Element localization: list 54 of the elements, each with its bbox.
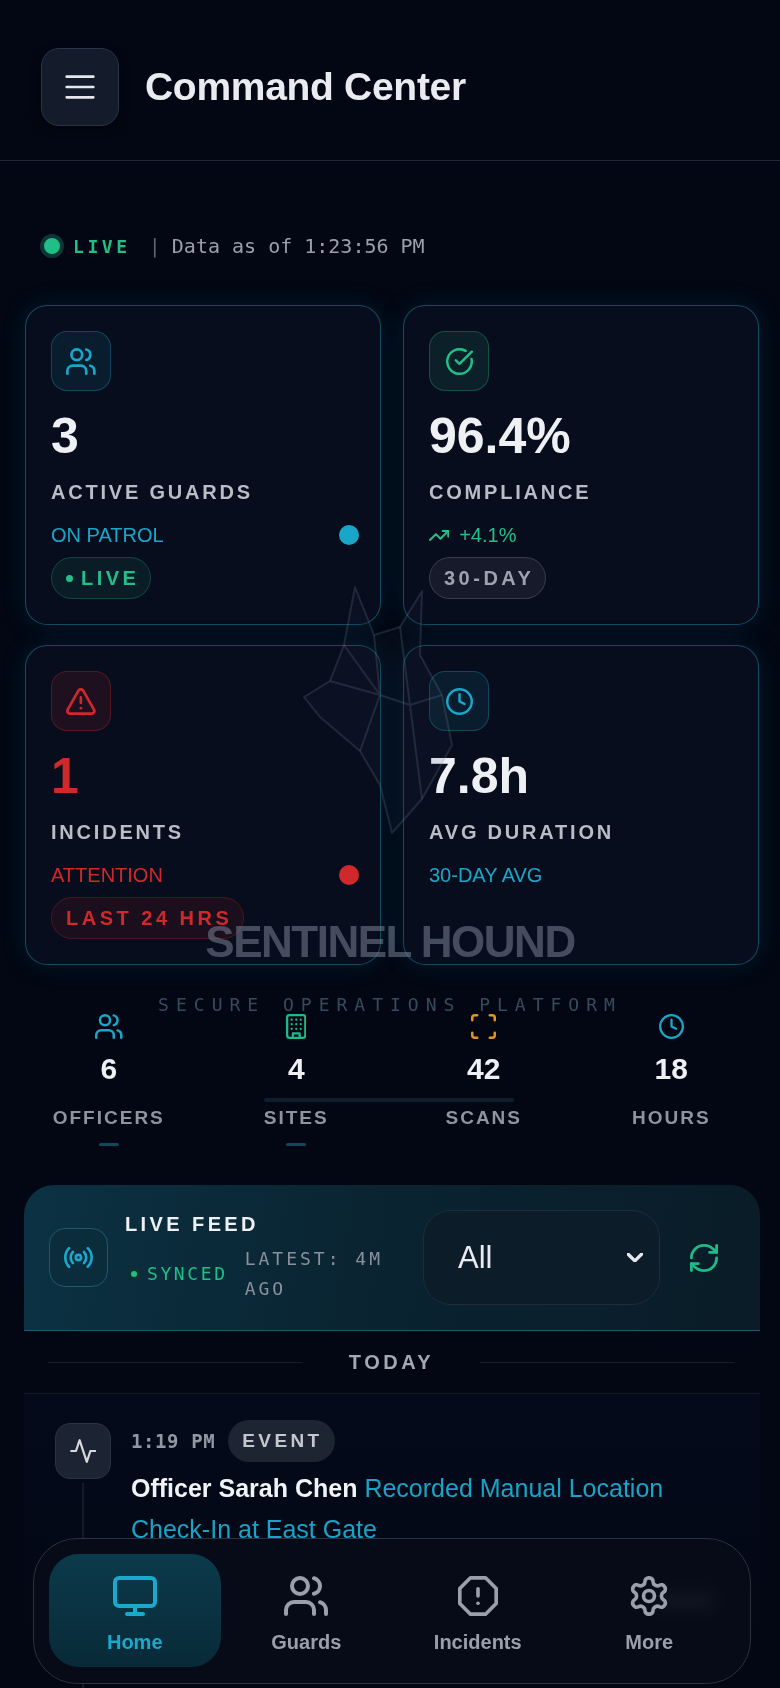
status-dot [339, 865, 359, 885]
live-dot-icon [40, 234, 64, 258]
feed-title: LIVE FEED [125, 1211, 260, 1236]
alert-octagon-icon [457, 1575, 498, 1616]
metric-value: 3 [51, 408, 79, 464]
sync-status: SYNCED [147, 1263, 228, 1284]
stat-label: OFFICERS [52, 1106, 165, 1130]
filter-dropdown[interactable]: All [423, 1210, 660, 1305]
metric-label: AVG DURATION [429, 820, 615, 844]
status-dot [339, 525, 359, 545]
event-badge: EVENT [228, 1420, 335, 1462]
stat-value: 42 [467, 1052, 501, 1086]
sync-dot-icon [127, 1266, 141, 1281]
metric-label: ACTIVE GUARDS [51, 480, 253, 504]
pulse-icon [55, 1423, 111, 1479]
metric-label: INCIDENTS [51, 820, 184, 844]
stat-label: SITES [263, 1106, 329, 1130]
nav-tab[interactable]: Guards [220, 1553, 392, 1667]
broadcast-icon [49, 1228, 108, 1287]
badge-label: 30-DAY [444, 566, 535, 590]
settings-icon [629, 1575, 670, 1616]
menu-icon [65, 75, 95, 99]
badge-label: LIVE [81, 566, 140, 590]
stat-value: 4 [287, 1052, 305, 1086]
menu-button[interactable] [41, 48, 119, 126]
trend-up-icon [429, 529, 450, 541]
stat-label: HOURS [631, 1106, 711, 1130]
monitor-icon [112, 1575, 157, 1616]
metric-value: 96.4% [429, 408, 571, 464]
watermark-tagline: SECURE OPERATIONS PLATFORM [158, 993, 622, 1017]
separator: | [148, 234, 161, 258]
nav-tab[interactable]: More [563, 1553, 735, 1667]
nav-tab[interactable]: Home [49, 1553, 221, 1667]
metric-label: COMPLIANCE [429, 480, 592, 504]
trend-value: +4.1% [459, 523, 517, 547]
stat-label: SCANS [445, 1106, 522, 1130]
refresh-icon[interactable] [690, 1243, 718, 1272]
stat-value: 6 [100, 1052, 118, 1086]
event-description: Officer Sarah Chen Recorded Manual Location Check-In at East Gate [131, 1473, 665, 1545]
users-icon [284, 1575, 329, 1616]
status-text: ON PATROL [51, 523, 164, 547]
metric-value: 7.8h [429, 748, 530, 804]
metric-value: 1 [51, 748, 79, 804]
event-time: 1:19 PM [131, 1430, 216, 1452]
stat-value: 18 [654, 1052, 688, 1086]
status-text: ATTENTION [51, 863, 163, 887]
latest-update: LATEST: 4M AGO [244, 1246, 384, 1301]
nav-tab[interactable]: Incidents [392, 1553, 564, 1667]
section-heading: TODAY [348, 1350, 435, 1374]
chevron-down-icon [627, 1253, 643, 1262]
metric-note: 30-DAY AVG [429, 863, 543, 887]
data-timestamp: Data as of 1:23:56 PM [171, 234, 425, 258]
page-title: Command Center [145, 64, 466, 110]
live-label: LIVE [73, 235, 131, 257]
